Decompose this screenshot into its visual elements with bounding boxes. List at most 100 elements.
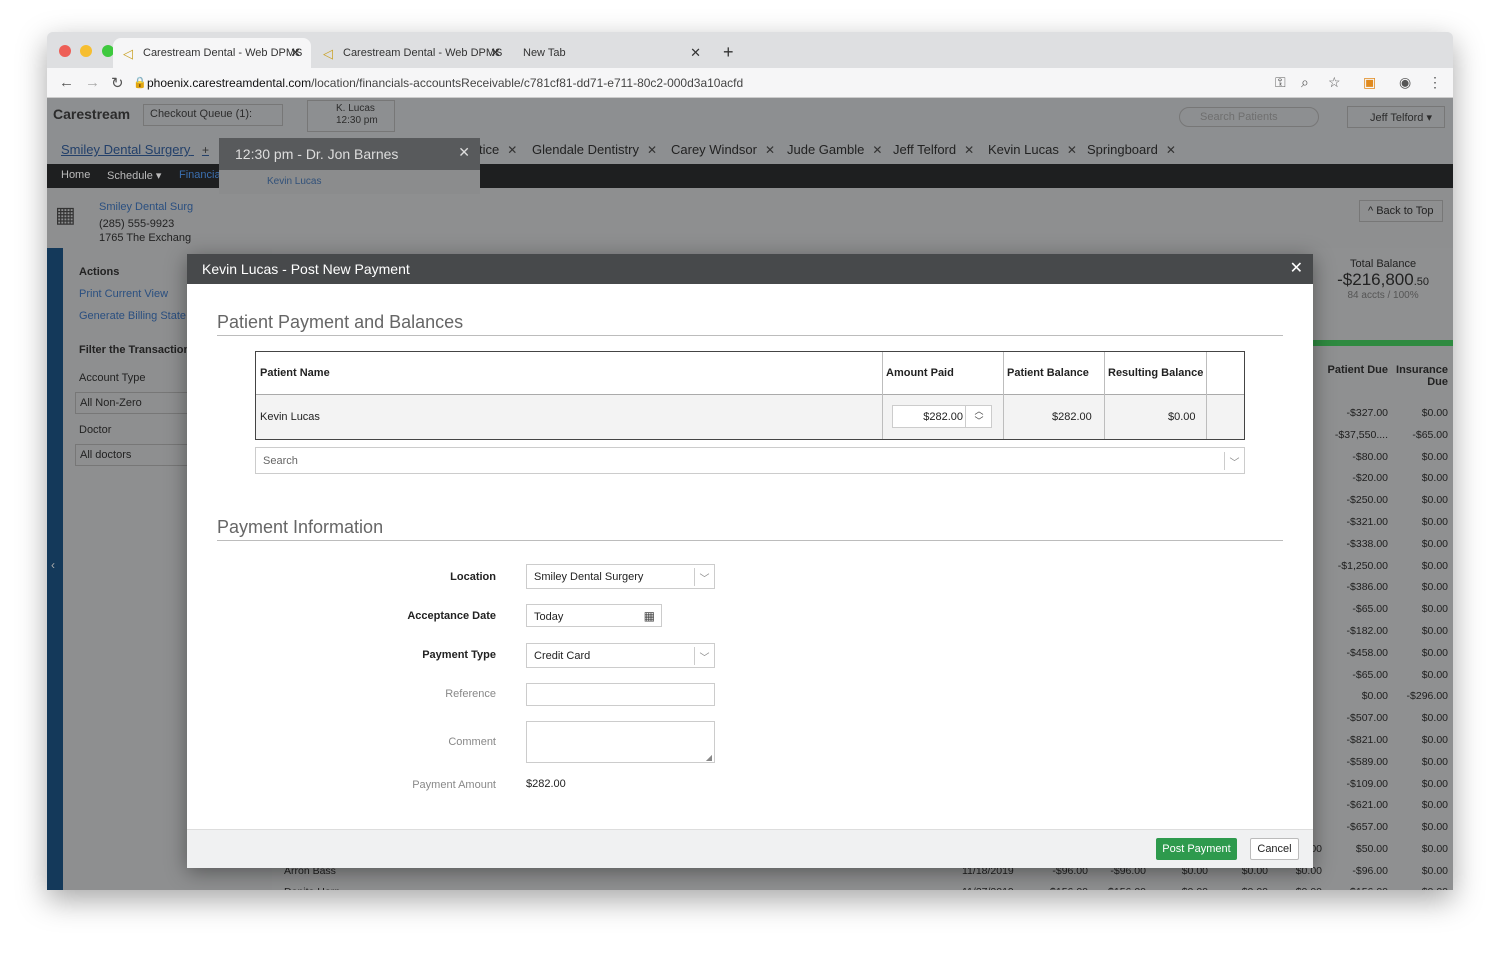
extension-icon[interactable]: ▣ xyxy=(1363,74,1376,91)
browser-tab-2[interactable]: ◁ Carestream Dental - Web DPMS ✕ xyxy=(313,38,511,68)
close-tab-icon[interactable]: ✕ xyxy=(490,45,501,61)
zoom-window-button[interactable] xyxy=(101,45,114,57)
print-current-view-link[interactable]: Print Current View xyxy=(79,288,168,300)
balance-progress-bar xyxy=(1312,340,1453,346)
location-phone: (285) 555-9923 xyxy=(99,218,175,230)
insurance-due-cell: $0.00 xyxy=(1421,537,1448,550)
close-tab-icon[interactable]: ✕ xyxy=(290,45,301,61)
location-select[interactable]: Smiley Dental Surgery ﹀ xyxy=(526,564,715,589)
calendar-icon[interactable]: ▦ xyxy=(644,609,655,623)
chevron-down-icon[interactable]: ﹀ xyxy=(694,568,714,586)
post-payment-modal: Kevin Lucas - Post New Payment ✕ Patient… xyxy=(187,254,1313,868)
close-tab-icon[interactable]: ✕ xyxy=(1166,143,1176,157)
url-field[interactable]: phoenix.carestreamdental.com/location/fi… xyxy=(147,76,743,90)
close-tab-icon[interactable]: ✕ xyxy=(964,143,974,157)
insurance-due-cell: $0.00 xyxy=(1421,625,1448,637)
tab-label: Glendale Dentistry xyxy=(532,142,639,157)
amount-cell: -$156.00 xyxy=(1026,886,1088,890)
tab-springboard[interactable]: Springboard ✕ xyxy=(1087,142,1176,157)
close-tab-icon[interactable]: ✕ xyxy=(765,143,775,157)
patient-search-combobox[interactable]: Search ﹀ xyxy=(255,447,1245,474)
current-patient-chip[interactable]: K. Lucas 12:30 pm xyxy=(307,100,395,132)
amount-cell: $0.00 xyxy=(1148,886,1208,890)
filter-title: Filter the Transaction xyxy=(79,344,191,356)
tab-carey-windsor[interactable]: Carey Windsor ✕ xyxy=(671,142,775,157)
payment-type-select[interactable]: Credit Card ﹀ xyxy=(526,643,715,668)
tab-jude-gamble[interactable]: Jude Gamble ✕ xyxy=(787,142,882,157)
modal-title: Kevin Lucas - Post New Payment xyxy=(202,261,410,277)
close-tab-icon[interactable]: ✕ xyxy=(507,143,517,157)
amount-cell: $0.00 xyxy=(1212,886,1268,890)
location-name[interactable]: Smiley Dental Surg xyxy=(99,201,193,213)
tab-practice[interactable]: tice ✕ xyxy=(479,142,517,157)
resize-handle-icon[interactable]: ◢ xyxy=(706,753,712,762)
menu-home[interactable]: Home xyxy=(61,169,90,181)
lock-icon: 🔒 xyxy=(133,77,147,89)
profile-icon[interactable]: ◉ xyxy=(1399,74,1411,91)
close-tab-icon[interactable]: ✕ xyxy=(1067,143,1077,157)
menu-financials[interactable]: Financia xyxy=(179,169,221,181)
minimize-window-button[interactable] xyxy=(80,45,93,57)
tab-label: Jude Gamble xyxy=(787,142,865,157)
user-name: Jeff Telford xyxy=(1370,112,1424,124)
total-balance-amount: -$216,800 xyxy=(1337,270,1414,289)
insurance-due-cell: $0.00 xyxy=(1421,777,1448,790)
zoom-icon[interactable]: ⌕ xyxy=(1301,74,1309,91)
menu-schedule[interactable]: Schedule ▾ xyxy=(107,169,161,182)
close-modal-icon[interactable]: ✕ xyxy=(1290,258,1303,278)
sidebar-collapse-strip[interactable]: ‹ xyxy=(47,248,63,890)
new-tab-icon[interactable]: + xyxy=(723,42,734,63)
comment-textarea[interactable]: ◢ xyxy=(526,721,715,763)
patient-due-cell: -$65.00 xyxy=(1352,603,1388,616)
acceptance-date-input[interactable]: Today ▦ xyxy=(526,604,662,627)
tab-kevin-lucas[interactable]: Kevin Lucas ✕ xyxy=(988,142,1077,157)
tab-jeff-telford[interactable]: Jeff Telford ✕ xyxy=(893,142,974,157)
amount-stepper[interactable]: ︿ ﹀ xyxy=(965,405,992,428)
date-cell: 11/27/2019 xyxy=(962,886,1014,890)
doctor-label: Doctor xyxy=(79,424,112,436)
back-to-top-button[interactable]: ^ Back to Top xyxy=(1359,200,1443,222)
tab-glendale-dentistry[interactable]: Glendale Dentistry ✕ xyxy=(532,142,657,157)
close-tab-icon[interactable]: ✕ xyxy=(647,143,657,157)
tab-label: Jeff Telford xyxy=(893,142,957,157)
close-popup-icon[interactable]: ✕ xyxy=(458,144,470,161)
close-window-button[interactable] xyxy=(59,45,71,57)
browser-tab-1[interactable]: ◁ Carestream Dental - Web DPMS ✕ xyxy=(113,38,311,68)
chevron-down-icon[interactable]: ﹀ xyxy=(966,416,992,426)
back-icon[interactable]: ← xyxy=(59,74,74,91)
menu-dots-icon[interactable]: ⋮ xyxy=(1428,74,1442,91)
add-tab-icon[interactable]: + xyxy=(202,143,209,157)
search-patients-input[interactable]: Search Patients xyxy=(1179,107,1319,127)
tab-smiley-dental-surgery[interactable]: Smiley Dental Surgery + xyxy=(61,142,209,157)
schedule-popup-patient[interactable]: Kevin Lucas xyxy=(219,170,480,194)
tab-label: tice xyxy=(479,142,500,157)
bookmark-star-icon[interactable]: ☆ xyxy=(1328,74,1341,91)
chevron-down-icon[interactable]: ﹀ xyxy=(1224,452,1244,470)
chevron-left-icon[interactable]: ‹ xyxy=(51,558,55,572)
key-icon[interactable]: ⚿ xyxy=(1275,74,1286,91)
reference-input[interactable] xyxy=(526,683,715,706)
table-row[interactable]: Danita Horn11/27/2019-$156.00-$156.00$0.… xyxy=(272,881,1453,890)
user-menu-button[interactable]: Jeff Telford ▾ xyxy=(1347,106,1445,128)
chevron-down-icon[interactable]: ﹀ xyxy=(694,647,714,665)
reload-icon[interactable]: ↻ xyxy=(111,74,124,92)
close-tab-icon[interactable]: ✕ xyxy=(690,45,701,61)
close-tab-icon[interactable]: ✕ xyxy=(872,143,882,157)
checkout-queue-select[interactable]: Checkout Queue (1): xyxy=(143,104,283,126)
forward-icon[interactable]: → xyxy=(85,74,100,91)
location-address: 1765 The Exchang xyxy=(99,232,192,244)
patient-due-cell: -$250.00 xyxy=(1346,494,1388,507)
post-payment-button[interactable]: Post Payment xyxy=(1156,838,1237,860)
cancel-button[interactable]: Cancel xyxy=(1250,838,1299,860)
payment-type-value: Credit Card xyxy=(534,650,591,662)
modal-header: Kevin Lucas - Post New Payment ✕ xyxy=(187,254,1313,284)
patient-name-cell: Kevin Lucas xyxy=(260,411,320,423)
patient-due-header[interactable]: Patient Due xyxy=(1322,364,1388,376)
insurance-due-cell: $0.00 xyxy=(1421,450,1448,463)
chevron-up-icon[interactable]: ︿ xyxy=(966,406,992,416)
insurance-due-header[interactable]: Insurance Due xyxy=(1390,364,1448,388)
generate-billing-link[interactable]: Generate Billing State xyxy=(79,310,186,322)
browser-tab-3[interactable]: New Tab ✕ xyxy=(513,38,711,68)
patient-due-cell: -$821.00 xyxy=(1346,734,1388,746)
insurance-due-cell: $0.00 xyxy=(1421,799,1448,812)
